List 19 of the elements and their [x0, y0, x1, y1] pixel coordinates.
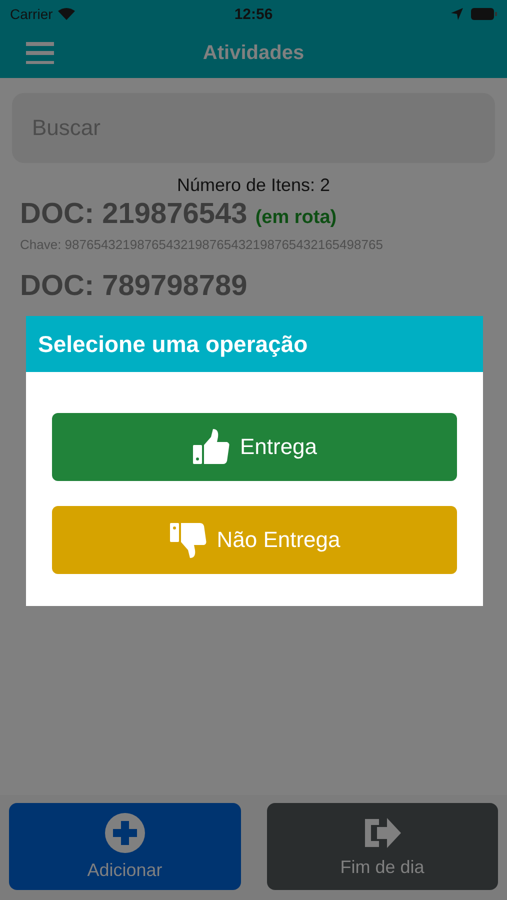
- thumbs-down-icon: [168, 521, 207, 559]
- item-count: Número de Itens: 2: [176, 175, 330, 196]
- plus-circle-icon: [104, 812, 146, 854]
- menu-button[interactable]: [26, 42, 54, 64]
- thumbs-up-icon: [192, 428, 230, 466]
- battery-icon: [471, 8, 497, 20]
- screen-title: Atividades: [202, 42, 304, 64]
- clock-time: 12:56: [234, 6, 273, 22]
- no-delivery-button[interactable]: Não Entrega: [52, 506, 457, 574]
- dialog-title: Selecione uma operação: [38, 330, 308, 358]
- document-number: DOC: 219876543: [20, 198, 248, 231]
- status-label: (em rota): [255, 207, 337, 229]
- location-arrow-icon: [451, 8, 463, 20]
- delivery-button[interactable]: Entrega: [52, 413, 457, 481]
- add-button[interactable]: Adicionar: [9, 803, 240, 890]
- wifi-icon: [58, 8, 75, 20]
- end-of-day-button[interactable]: Fim de dia: [266, 803, 498, 890]
- carrier-name: Carrier: [10, 6, 53, 22]
- document-number: DOC: 789798789: [20, 270, 248, 303]
